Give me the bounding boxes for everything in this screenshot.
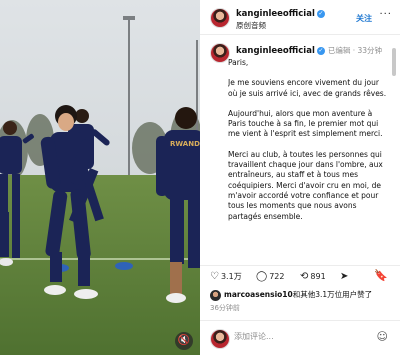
share-button[interactable]: ➤	[340, 271, 350, 282]
action-bar: ♡ 3.1万 ◯ 722 ⟲ 891 ➤ 🔖	[200, 265, 400, 286]
repost-icon: ⟲	[300, 271, 309, 282]
likes-count: 3.1万	[220, 272, 242, 281]
post-media[interactable]: RWANDA 🔇	[0, 0, 200, 355]
bookmark-icon[interactable]: 🔖	[374, 269, 388, 282]
comment-bar: ☺	[200, 320, 400, 355]
caption-paragraph: Aujourd'hui, alors que mon aventure à Pa…	[228, 108, 383, 139]
verified-icon: ✓	[316, 46, 325, 55]
repost-button[interactable]: ⟲ 891	[300, 271, 326, 282]
likes-line: marcoasensio10和其他3.1万位用户赞了	[210, 289, 395, 301]
shares-count: 891	[310, 272, 326, 281]
post-timestamp: 36分钟前	[210, 304, 240, 312]
verified-icon: ✓	[316, 9, 325, 18]
caption-paragraph: Merci au club, à toutes les personnes qu…	[228, 149, 383, 221]
jersey-text: RWANDA	[170, 140, 200, 148]
liker-username[interactable]: marcoasensio10	[224, 290, 293, 299]
instagram-post-window: RWANDA 🔇 kanginleeofficial✓ 原创音频 关注 ··· …	[0, 0, 400, 355]
heart-icon: ♡	[210, 271, 219, 282]
caption-paragraph: Je me souviens encore vivement du jour o…	[228, 78, 387, 98]
avatar[interactable]	[210, 43, 230, 63]
share-icon: ➤	[340, 271, 349, 282]
avatar	[210, 329, 230, 349]
comments-count: 722	[269, 272, 285, 281]
caption-username[interactable]: kanginleeofficial	[236, 46, 315, 56]
caption-scrollbar[interactable]	[392, 48, 396, 76]
post-caption: Paris, Je me souviens encore vivement du…	[228, 58, 388, 258]
emoji-icon[interactable]: ☺	[377, 330, 388, 343]
follow-button[interactable]: 关注	[356, 13, 372, 24]
header-username[interactable]: kanginleeofficial	[236, 9, 315, 19]
training-photo: RWANDA	[0, 0, 200, 355]
avatar[interactable]	[210, 289, 221, 301]
audio-label[interactable]: 原创音频	[236, 20, 266, 31]
post-header: kanginleeofficial ✓ 原创音频 关注 ···	[200, 0, 400, 35]
edited-time: 已编辑 · 33分钟	[327, 46, 383, 55]
caption-paragraph: Paris,	[228, 58, 249, 67]
more-options-icon[interactable]: ···	[379, 9, 392, 20]
comment-input[interactable]	[234, 332, 354, 341]
post-side-panel: kanginleeofficial ✓ 原创音频 关注 ··· kanginlee…	[200, 0, 400, 355]
comment-icon: ◯	[256, 271, 268, 282]
like-button[interactable]: ♡ 3.1万	[210, 271, 242, 282]
comment-button[interactable]: ◯ 722	[256, 271, 284, 282]
avatar[interactable]	[210, 8, 230, 28]
mute-icon[interactable]: 🔇	[175, 332, 193, 350]
likes-summary[interactable]: 和其他3.1万位用户赞了	[293, 290, 372, 299]
